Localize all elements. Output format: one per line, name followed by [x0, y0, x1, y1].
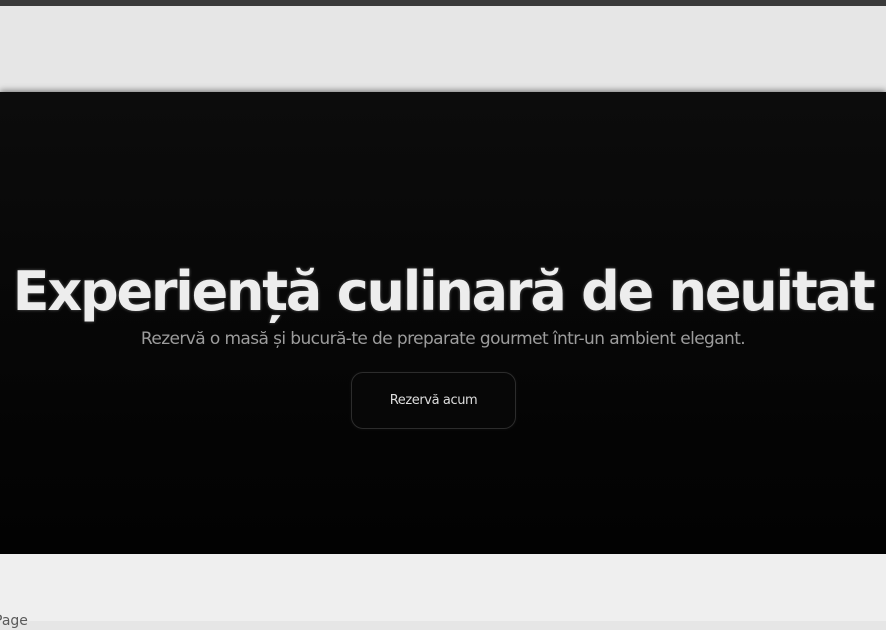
content-area [0, 554, 886, 621]
reserve-now-button[interactable]: Rezervă acum [351, 372, 516, 429]
hero-subtitle: Rezervă o masă și bucură-te de preparate… [140, 329, 746, 349]
hero-title: Experiență culinară de neuitat [12, 260, 876, 324]
page-label: Page [0, 613, 28, 629]
header-band [0, 6, 886, 92]
